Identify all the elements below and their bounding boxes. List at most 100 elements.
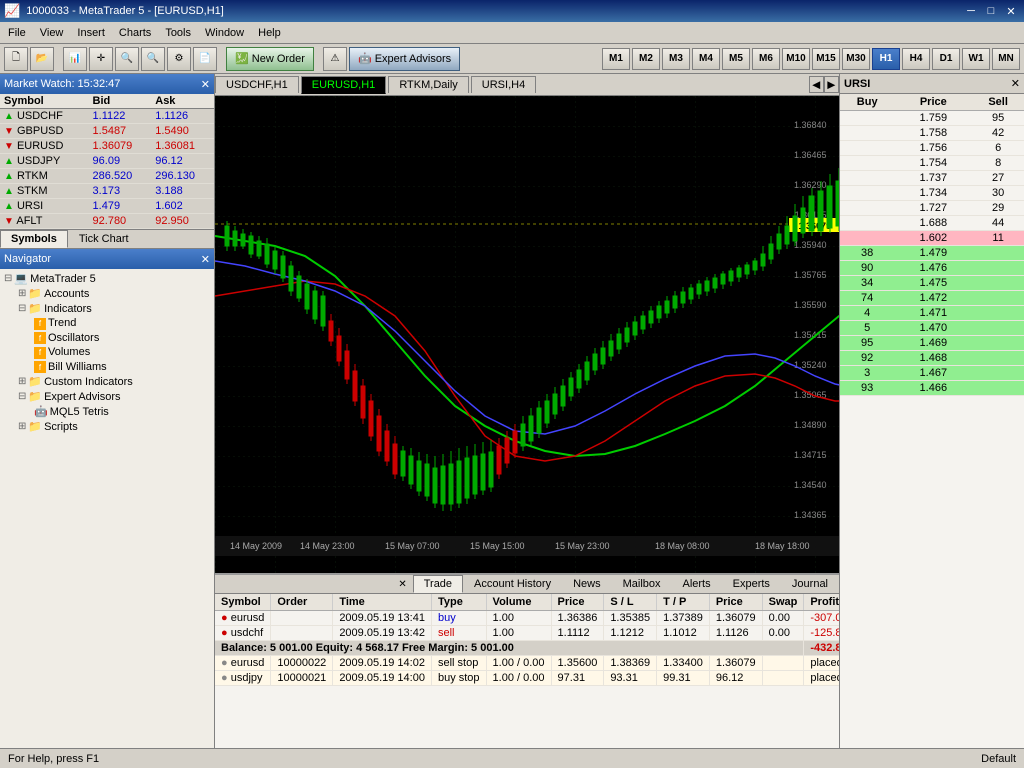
tab-symbols[interactable]: Symbols (0, 230, 68, 248)
nav-item-icon: 🤖 (34, 405, 48, 418)
tf-w1[interactable]: W1 (962, 48, 990, 70)
menu-tools[interactable]: Tools (159, 25, 197, 41)
tab-alerts[interactable]: Alerts (672, 575, 722, 593)
tab-news[interactable]: News (562, 575, 612, 593)
ursi-sell: 11 (972, 231, 1024, 246)
toolbar-open[interactable]: 📂 (30, 47, 54, 71)
nav-tree-item[interactable]: ⊞ 📁 Custom Indicators (2, 374, 212, 389)
pending-order-row[interactable]: ● usdjpy 10000021 2009.05.19 14:00 buy s… (215, 671, 839, 686)
market-watch-close[interactable]: ✕ (201, 78, 210, 91)
expert-advisors-button[interactable]: 🤖 Expert Advisors (349, 47, 460, 71)
toolbar-properties[interactable]: ⚙ (167, 47, 191, 71)
toolbar-template[interactable]: 📄 (193, 47, 217, 71)
tf-mn[interactable]: MN (992, 48, 1020, 70)
tab-journal[interactable]: Journal (781, 575, 839, 593)
pending-order-row[interactable]: ● eurusd 10000022 2009.05.19 14:02 sell … (215, 656, 839, 671)
toolbar-zoom-in[interactable]: 🔍 (115, 47, 139, 71)
ursi-sell: 44 (972, 216, 1024, 231)
nav-tree-item[interactable]: f Bill Williams (2, 360, 212, 375)
tf-m6[interactable]: M6 (752, 48, 780, 70)
tf-h4[interactable]: H4 (902, 48, 930, 70)
tab-tick-chart[interactable]: Tick Chart (68, 230, 140, 248)
close-button[interactable]: ✕ (1002, 3, 1020, 19)
chart-tab-eurusd[interactable]: EURUSD,H1 (301, 76, 387, 94)
market-watch-row[interactable]: ▲ RTKM 286.520 296.130 (0, 169, 214, 184)
nav-tree-item[interactable]: f Volumes (2, 345, 212, 360)
mw-symbol: ▲ USDJPY (0, 154, 89, 169)
tf-m5[interactable]: M5 (722, 48, 750, 70)
menu-charts[interactable]: Charts (113, 25, 157, 41)
terminal-row[interactable]: ● usdchf 2009.05.19 13:42 sell 1.00 1.11… (215, 626, 839, 641)
nav-expand-icon: ⊞ (18, 421, 26, 432)
chart-tab-ursi[interactable]: URSI,H4 (471, 76, 536, 93)
trade-price-cur: 1.36079 (709, 611, 762, 626)
menu-view[interactable]: View (34, 25, 70, 41)
tf-m1[interactable]: M1 (602, 48, 630, 70)
market-watch-row[interactable]: ▼ GBPUSD 1.5487 1.5490 (0, 124, 214, 139)
nav-tree-item[interactable]: ⊟ 💻 MetaTrader 5 (2, 271, 212, 286)
ursi-row: 1.727 29 (840, 201, 1024, 216)
tab-experts[interactable]: Experts (722, 575, 781, 593)
menu-window[interactable]: Window (199, 25, 250, 41)
nav-tree-item[interactable]: ⊞ 📁 Scripts (2, 419, 212, 434)
market-watch-row[interactable]: ▲ STKM 3.173 3.188 (0, 184, 214, 199)
toolbar-new[interactable]: 🗋 (4, 47, 28, 71)
nav-tree-item[interactable]: ⊞ 📁 Accounts (2, 286, 212, 301)
trade-sl: 1.1212 (604, 626, 657, 641)
toolbar-chart-bar[interactable]: 📊 (63, 47, 87, 71)
tf-m2[interactable]: M2 (632, 48, 660, 70)
terminal-close-button[interactable]: ✕ (394, 579, 410, 590)
mw-symbol: ▼ GBPUSD (0, 124, 89, 139)
market-watch-row[interactable]: ▲ URSI 1.479 1.602 (0, 199, 214, 214)
market-watch: Market Watch: 15:32:47 ✕ Symbol Bid Ask (0, 74, 214, 230)
tf-h1[interactable]: H1 (872, 48, 900, 70)
terminal-row[interactable]: ● eurusd 2009.05.19 13:41 buy 1.00 1.363… (215, 611, 839, 626)
order-sl: 1.38369 (604, 656, 657, 671)
toolbar-zoom-out[interactable]: 🔍 (141, 47, 165, 71)
terminal-table: Symbol Order Time Type Volume Price S / … (215, 594, 839, 686)
menu-help[interactable]: Help (252, 25, 287, 41)
tf-m30[interactable]: M30 (842, 48, 870, 70)
toolbar-alert[interactable]: ⚠ (323, 47, 347, 71)
tf-d1[interactable]: D1 (932, 48, 960, 70)
tf-m15[interactable]: M15 (812, 48, 840, 70)
ursi-buy (840, 141, 894, 156)
tf-m10[interactable]: M10 (782, 48, 810, 70)
tf-m4[interactable]: M4 (692, 48, 720, 70)
chart-tab-rtkm[interactable]: RTKM,Daily (388, 76, 468, 93)
ursi-close[interactable]: ✕ (1011, 77, 1020, 90)
market-watch-row[interactable]: ▼ EURUSD 1.36079 1.36081 (0, 139, 214, 154)
nav-tree-item[interactable]: f Trend (2, 316, 212, 331)
tab-trade[interactable]: Trade (413, 575, 463, 593)
col-swap: Swap (762, 594, 804, 611)
nav-tree-item[interactable]: 🤖 MQL5 Tetris (2, 404, 212, 419)
menu-insert[interactable]: Insert (71, 25, 111, 41)
maximize-button[interactable]: □ (982, 3, 1000, 19)
market-watch-row[interactable]: ▲ USDCHF 1.1122 1.1126 (0, 109, 214, 124)
chart-tab-usdchf[interactable]: USDCHF,H1 (215, 76, 299, 93)
ursi-row: 93 1.466 (840, 381, 1024, 396)
toolbar-crosshair[interactable]: ✛ (89, 47, 113, 71)
mw-ask: 1.36081 (151, 139, 214, 154)
minimize-button[interactable]: ─ (962, 3, 980, 19)
nav-tree-item[interactable]: f Oscillators (2, 331, 212, 346)
chart-scroll-left[interactable]: ◄ (809, 76, 824, 93)
tf-m3[interactable]: M3 (662, 48, 690, 70)
new-order-button[interactable]: 💹 New Order (226, 47, 314, 71)
nav-tree-item[interactable]: ⊟ 📁 Expert Advisors (2, 389, 212, 404)
nav-tree-item[interactable]: ⊟ 📁 Indicators (2, 301, 212, 316)
ursi-buy (840, 216, 894, 231)
tab-mailbox[interactable]: Mailbox (612, 575, 672, 593)
mw-ask: 1.1126 (151, 109, 214, 124)
ursi-row: 1.759 95 (840, 111, 1024, 126)
market-watch-header: Market Watch: 15:32:47 ✕ (0, 74, 214, 94)
menu-file[interactable]: File (2, 25, 32, 41)
market-watch-row[interactable]: ▲ USDJPY 96.09 96.12 (0, 154, 214, 169)
nav-item-icon: 📁 (28, 420, 42, 433)
navigator-title: Navigator (4, 253, 51, 265)
navigator-close[interactable]: ✕ (201, 253, 210, 266)
trade-time: 2009.05.19 13:42 (333, 626, 432, 641)
tab-account-history[interactable]: Account History (463, 575, 562, 593)
chart-scroll-right[interactable]: ► (824, 76, 839, 93)
market-watch-row[interactable]: ▼ AFLT 92.780 92.950 (0, 214, 214, 229)
